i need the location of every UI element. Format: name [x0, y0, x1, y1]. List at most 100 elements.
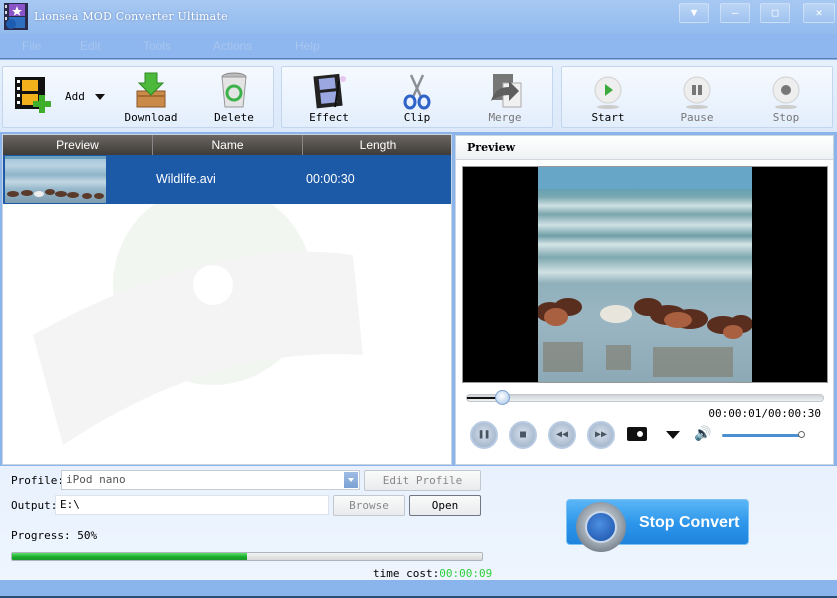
menu-edit[interactable]: Edit	[80, 39, 101, 53]
delete-label: Delete	[214, 111, 254, 124]
video-player[interactable]	[462, 166, 828, 383]
stop-convert-button[interactable]: Stop Convert	[566, 499, 749, 552]
output-path-input[interactable]: E:\	[55, 495, 329, 515]
download-icon	[136, 72, 166, 108]
column-length[interactable]: Length	[303, 135, 451, 155]
stop-playback-button[interactable]: ■	[509, 421, 537, 449]
menu-bar: File Edit Tools Actions Help	[0, 34, 837, 59]
profile-label: Profile:	[11, 474, 64, 487]
snapshot-camera-icon[interactable]	[627, 427, 647, 441]
fast-forward-icon: ▶▶	[594, 429, 608, 440]
open-button[interactable]: Open	[409, 495, 481, 516]
menu-file[interactable]: File	[22, 39, 41, 53]
conversion-progress-bar	[11, 552, 483, 561]
horses-thumbnail-image	[5, 156, 106, 199]
volume-icon[interactable]: 🔊	[694, 426, 711, 442]
progress-fill	[12, 553, 247, 560]
add-button[interactable]: Add	[5, 67, 105, 127]
video-frame	[538, 167, 752, 382]
close-icon: ✕	[815, 6, 823, 19]
status-bar	[0, 580, 837, 598]
profile-value: iPod nano	[66, 473, 126, 486]
add-dropdown-icon[interactable]	[95, 94, 105, 100]
file-length: 00:00:30	[306, 172, 355, 186]
column-preview[interactable]: Preview	[3, 135, 153, 155]
seek-slider[interactable]	[466, 390, 824, 405]
file-list: Preview Name Length Wildlife.avi 00:00:3…	[2, 134, 452, 465]
progress-label: Progress: 50%	[11, 529, 98, 542]
window-title: Lionsea MOD Converter Ultimate	[34, 10, 228, 23]
edit-profile-button[interactable]: Edit Profile	[364, 470, 481, 491]
clip-button[interactable]: Clip	[382, 67, 452, 127]
menu-tools[interactable]: Tools	[143, 39, 171, 53]
stop-icon	[772, 76, 800, 109]
stop-icon: ■	[519, 429, 527, 440]
start-label: Start	[591, 111, 625, 124]
rewind-icon: ◀◀	[555, 429, 569, 440]
dropdown-icon: ▼	[690, 6, 698, 19]
preview-panel: Preview 00:00:01/00:00:30 ❚❚ ■ ◀◀ ▶▶ 🔊	[455, 135, 834, 465]
browse-button[interactable]: Browse	[333, 495, 405, 516]
time-cost-label: time cost:	[373, 567, 440, 580]
volume-slider[interactable]	[722, 431, 805, 438]
scissors-icon	[403, 74, 431, 110]
add-label: Add	[65, 90, 85, 103]
effect-button[interactable]: Effect	[294, 67, 364, 127]
download-button[interactable]: Download	[116, 67, 186, 127]
preview-title: Preview	[467, 141, 516, 154]
maximize-icon: □	[771, 6, 779, 19]
profile-select[interactable]: iPod nano	[61, 470, 360, 490]
pause-icon: ❚❚	[477, 429, 491, 440]
app-window: Lionsea MOD Converter Ultimate ▼ — □ ✕ F…	[0, 0, 837, 598]
minimize-button[interactable]: —	[720, 3, 750, 23]
toolbar-group-file: Add Download Delete	[2, 66, 274, 128]
menu-help[interactable]: Help	[295, 39, 320, 53]
recycle-bin-icon	[221, 72, 247, 108]
pause-label: Pause	[680, 111, 714, 124]
output-label: Output:	[11, 499, 58, 512]
stop-label: Stop	[772, 111, 800, 124]
pause-playback-button[interactable]: ❚❚	[470, 421, 498, 449]
time-cost: time cost:00:00:09	[373, 567, 492, 580]
merge-button[interactable]: Merge	[470, 67, 540, 127]
close-button[interactable]: ✕	[803, 3, 835, 23]
menu-actions[interactable]: Actions	[213, 39, 252, 53]
film-reel-watermark-icon	[33, 195, 363, 445]
pause-icon	[683, 76, 711, 109]
pause-button[interactable]: Pause	[662, 67, 732, 127]
merge-icon	[491, 74, 522, 108]
minimize-icon: —	[731, 6, 739, 19]
fast-forward-button[interactable]: ▶▶	[587, 421, 615, 449]
play-icon	[594, 76, 622, 109]
merge-label: Merge	[488, 111, 522, 124]
beach-horses-image	[538, 167, 752, 377]
app-logo-icon	[4, 3, 28, 30]
file-row[interactable]: Wildlife.avi 00:00:30	[3, 155, 451, 204]
title-bar: Lionsea MOD Converter Ultimate ▼ — □ ✕	[0, 0, 837, 34]
add-video-icon	[15, 77, 51, 113]
maximize-button[interactable]: □	[760, 3, 790, 23]
video-thumbnail	[5, 156, 106, 203]
toolbar: Add Download Delete Effect Clip Merge St…	[0, 60, 837, 132]
time-cost-value: 00:00:09	[439, 567, 493, 580]
seek-handle[interactable]	[495, 390, 510, 405]
rewind-button[interactable]: ◀◀	[548, 421, 576, 449]
clock-icon	[576, 502, 626, 552]
stop-convert-label: Stop Convert	[639, 514, 740, 531]
file-list-header: Preview Name Length	[3, 135, 451, 155]
preview-header: Preview	[456, 136, 833, 160]
clip-label: Clip	[403, 111, 431, 124]
window-menu-button[interactable]: ▼	[679, 3, 709, 23]
stop-button[interactable]: Stop	[751, 67, 821, 127]
volume-handle[interactable]	[798, 431, 805, 438]
file-name: Wildlife.avi	[156, 172, 216, 186]
start-button[interactable]: Start	[573, 67, 643, 127]
snapshot-dropdown-icon[interactable]	[666, 431, 680, 439]
profile-dropdown-icon[interactable]	[344, 472, 358, 488]
column-name[interactable]: Name	[153, 135, 303, 155]
effect-icon	[313, 73, 346, 109]
playback-timecode: 00:00:01/00:00:30	[708, 407, 821, 420]
toolbar-group-convert: Start Pause Stop	[561, 66, 833, 128]
delete-button[interactable]: Delete	[199, 67, 269, 127]
toolbar-group-edit: Effect Clip Merge	[281, 66, 553, 128]
